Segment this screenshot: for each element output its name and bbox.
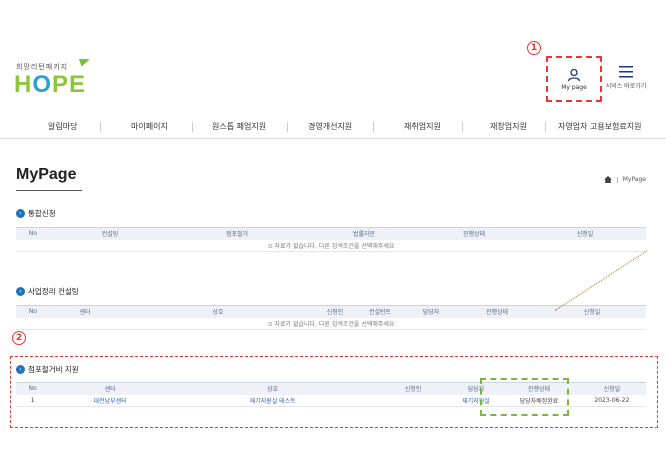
breadcrumb: MyPage [603,176,646,183]
column-header[interactable]: 신청인 [316,305,354,318]
column-header[interactable]: 법률자문 [304,227,424,240]
column-header[interactable]: No [16,382,50,395]
section-title-demolition: › 점포철거비 지원 [16,364,79,375]
chevron-right-icon: › [16,209,25,218]
consulting-table: No 센터 상호 신청인 컨설턴트 담당자 진행상태 신청일 ⊙ 자료가 없습니… [16,305,646,330]
column-header[interactable]: 컨설팅 [50,227,170,240]
mypage-label: My page [561,83,587,91]
title-underline [16,190,82,191]
mypage-button[interactable]: My page [546,56,602,102]
column-header[interactable]: 신청일 [524,227,646,240]
column-header[interactable]: No [16,227,50,240]
column-header[interactable]: 신청일 [538,305,646,318]
breadcrumb-current: MyPage [622,176,646,183]
home-icon[interactable] [603,176,612,183]
nav-divider [545,122,546,132]
nav-divider [462,122,463,132]
row-date: 2023-06-22 [577,394,646,407]
nav-item-restart[interactable]: 재창업지원 [490,121,527,132]
nav-divider [100,122,101,132]
row-center-link[interactable]: 대전남부센터 [49,394,172,407]
chevron-right-icon: › [16,287,25,296]
nav-item-mypage[interactable]: 마이페이지 [131,121,168,132]
column-header[interactable]: 진행상태 [424,227,524,240]
nav-item-employment-insurance[interactable]: 자영업자 고용보험료지원 [558,121,642,132]
logo-wordmark: HOPE [14,71,87,98]
flag-icon [78,55,92,67]
column-header[interactable]: 컨설턴트 [354,305,406,318]
user-icon [567,68,581,81]
annotation-marker-1: 1 [527,41,541,55]
empty-row: ⊙ 자료가 없습니다. 다른 검색조건을 선택해주세요 [16,239,646,252]
nav-divider [287,122,288,132]
column-header[interactable]: 신청인 [374,382,452,395]
column-header[interactable]: 진행상태 [456,305,538,318]
empty-message: ⊙ 자료가 없습니다. 다른 검색조건을 선택해주세요 [16,239,646,252]
empty-message: ⊙ 자료가 없습니다. 다른 검색조건을 선택해주세요 [16,317,646,330]
hamburger-menu-icon [619,66,633,78]
column-header[interactable]: 신청일 [577,382,646,395]
column-header[interactable]: 상호 [171,382,375,395]
annotation-pointer-line [554,250,648,311]
row-number: 1 [16,394,50,407]
column-header[interactable]: 담당자 [406,305,456,318]
nav-item-notice[interactable]: 알림마당 [48,121,77,132]
column-header[interactable]: 센터 [50,305,120,318]
nav-item-reemployment[interactable]: 재취업지원 [404,121,441,132]
main-nav: 알림마당 마이페이지 원스톱 폐업지원 경영개선지원 재취업지원 재창업지원 자… [0,113,666,139]
empty-row: ⊙ 자료가 없습니다. 다른 검색조건을 선택해주세요 [16,317,646,330]
column-header[interactable]: No [16,305,50,318]
integrated-table: No 컨설팅 점포철거 법률자문 진행상태 신청일 ⊙ 자료가 없습니다. 다른… [16,227,646,252]
column-header[interactable]: 점포철거 [170,227,304,240]
breadcrumb-divider [616,176,618,183]
nav-item-management[interactable]: 경영개선지원 [308,121,352,132]
service-menu-label: 서비스 바로가기 [605,83,647,90]
column-header[interactable]: 상호 [120,305,316,318]
nav-divider [373,122,374,132]
service-menu-button[interactable]: 서비스 바로가기 [604,66,648,90]
annotation-highlight-status [480,378,569,416]
nav-divider [192,122,193,132]
nav-item-onestop-closure[interactable]: 원스톱 폐업지원 [212,121,266,132]
page-title: MyPage [16,166,77,183]
section-title-consulting: › 사업정리 컨설팅 [16,286,79,297]
section-title-integrated: › 통합신청 [16,208,56,219]
chevron-right-icon: › [16,365,25,374]
row-business-name-link[interactable]: 재기지원실 테스트 [171,394,375,407]
row-applicant [374,394,452,407]
annotation-marker-2: 2 [12,331,26,345]
column-header[interactable]: 센터 [49,382,172,395]
